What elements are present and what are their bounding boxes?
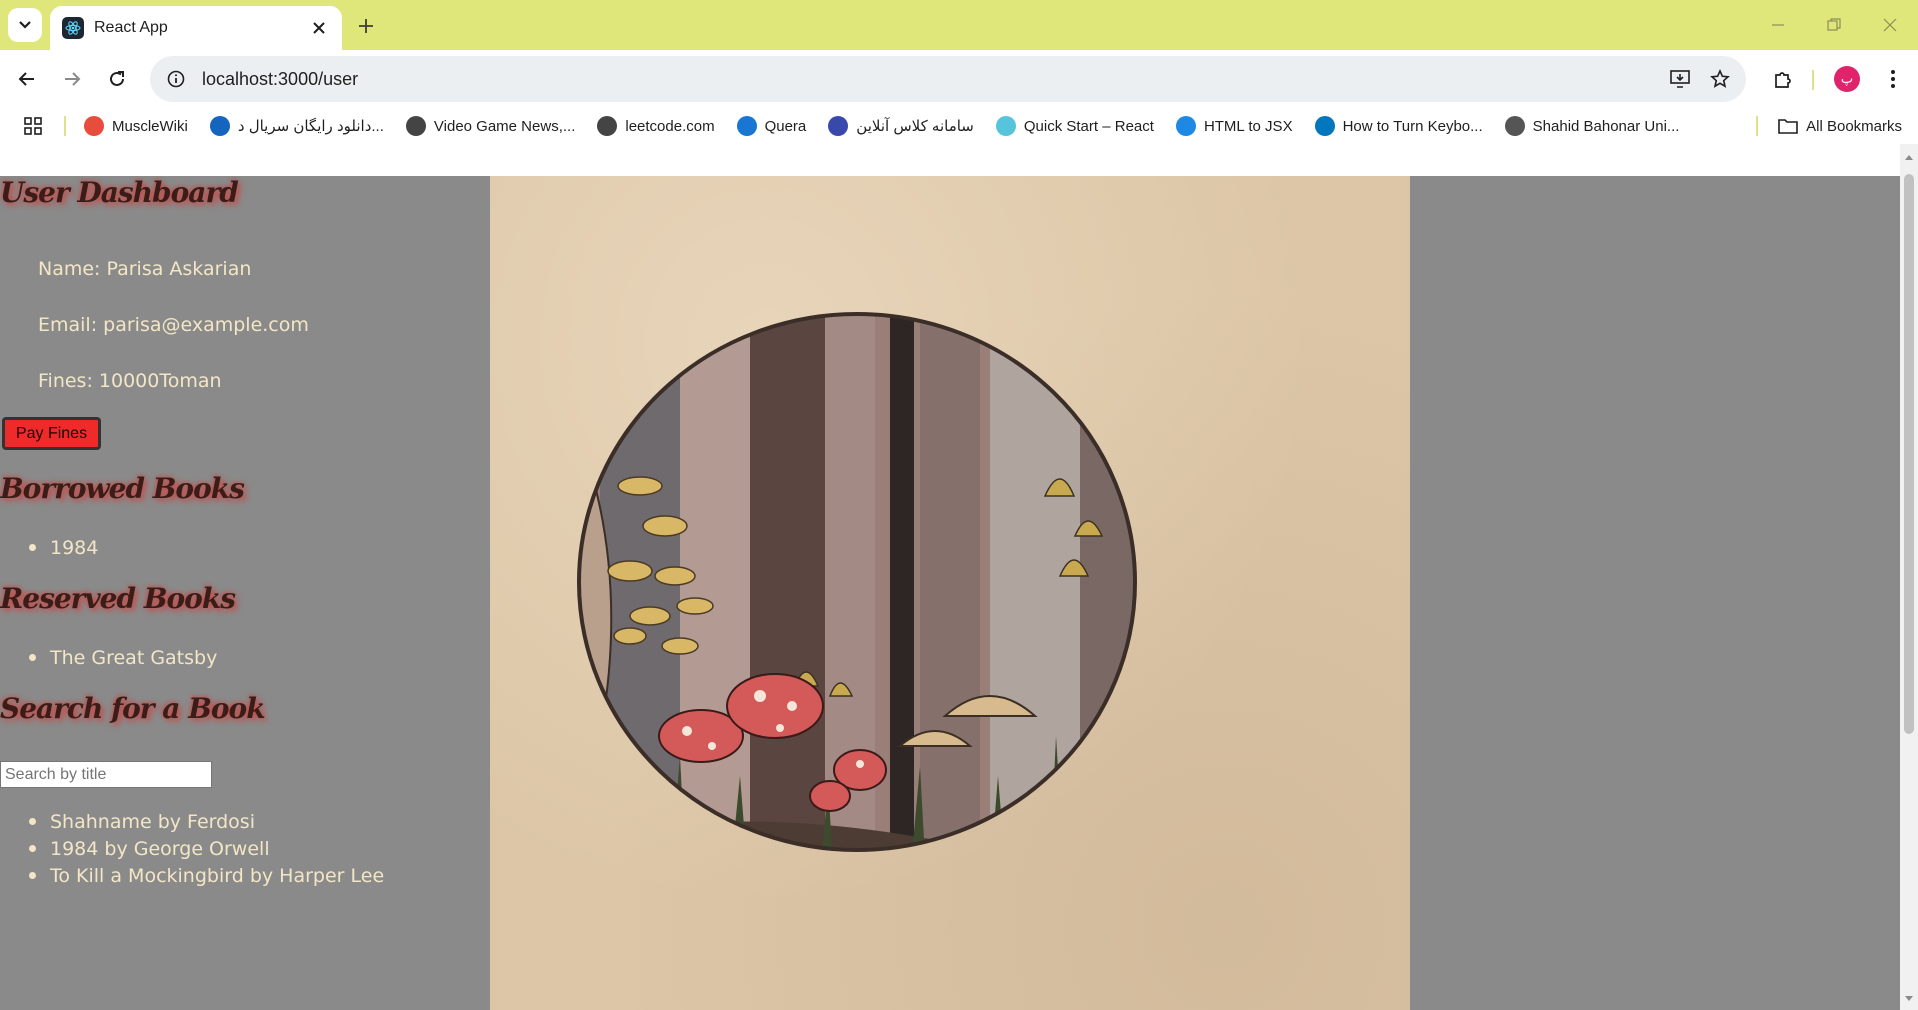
bookmark-item[interactable]: HTML to JSX	[1175, 116, 1293, 136]
profile-avatar[interactable]: پ	[1830, 62, 1864, 96]
mushroom-forest-illustration	[490, 176, 1410, 1010]
restore-icon[interactable]	[1814, 10, 1854, 40]
bullet-icon	[29, 544, 36, 551]
bookmark-item[interactable]: دانلود رایگان سریال د...	[209, 116, 384, 136]
search-result-item: Shahname by Ferdosi	[0, 808, 384, 835]
bookmark-item[interactable]: How to Turn Keybo...	[1314, 116, 1483, 136]
transform-icon	[1175, 116, 1196, 136]
page-title: User Dashboard	[0, 176, 239, 209]
bookmark-star-icon[interactable]	[1700, 59, 1740, 99]
book-title: 1984 by George Orwell	[50, 837, 270, 860]
bookmark-item[interactable]: leetcode.com	[597, 116, 715, 136]
folder-icon	[1778, 119, 1798, 134]
forward-arrow-icon[interactable]	[55, 62, 89, 96]
close-window-icon[interactable]	[1870, 10, 1910, 40]
browser-toolbar: localhost:3000/user پ	[0, 50, 1918, 108]
new-tab-plus-icon[interactable]	[352, 12, 380, 40]
bullet-icon	[29, 654, 36, 661]
reserved-book-item: The Great Gatsby	[0, 644, 217, 671]
tab-search-button[interactable]	[8, 8, 42, 42]
close-tab-icon[interactable]	[308, 17, 330, 39]
reserved-books-list: The Great Gatsby	[0, 644, 217, 671]
search-results-list: Shahname by Ferdosi 1984 by George Orwell…	[0, 808, 384, 889]
scroll-up-arrow-icon[interactable]	[1904, 152, 1914, 162]
globe-icon	[405, 116, 426, 136]
profile-initial: پ	[1834, 66, 1860, 92]
all-bookmarks-button[interactable]: All Bookmarks	[1778, 108, 1902, 144]
bullet-icon	[29, 818, 36, 825]
borrowed-books-list: 1984	[0, 534, 98, 561]
page-viewport: User Dashboard Name: Parisa Askarian Ema…	[0, 176, 1900, 1010]
apps-grid-icon[interactable]	[20, 113, 46, 139]
url-text: localhost:3000/user	[202, 68, 359, 89]
bookmark-label: Shahid Bahonar Uni...	[1532, 117, 1680, 135]
pay-fines-button[interactable]: Pay Fines	[2, 417, 101, 450]
search-result-item: 1984 by George Orwell	[0, 835, 384, 862]
university-icon	[1504, 116, 1525, 136]
book-title: To Kill a Mockingbird by Harper Lee	[50, 864, 385, 887]
bookmark-item[interactable]: Quera	[736, 116, 807, 136]
react-icon	[995, 116, 1016, 136]
bookmark-item[interactable]: سامانه کلاس آنلاین	[828, 116, 974, 136]
browser-tab[interactable]: React App	[50, 6, 342, 50]
chevron-down-icon	[19, 21, 31, 29]
extensions-puzzle-icon[interactable]	[1766, 62, 1800, 96]
scroll-down-arrow-icon[interactable]	[1904, 994, 1914, 1004]
bookmarks-separator	[1756, 116, 1758, 136]
react-favicon-icon	[62, 17, 84, 39]
page-top-margin	[0, 144, 1900, 176]
install-app-icon[interactable]	[1660, 59, 1700, 99]
book-title: Shahname by Ferdosi	[50, 810, 255, 833]
scrollbar-thumb[interactable]	[1904, 174, 1914, 734]
toolbar-separator	[1812, 70, 1814, 90]
bookmark-label: سامانه کلاس آنلاین	[856, 118, 974, 135]
user-name: Name: Parisa Askarian	[38, 258, 252, 280]
bullet-icon	[29, 845, 36, 852]
bookmarks-separator	[64, 116, 66, 136]
browser-menu-icon[interactable]	[1876, 62, 1910, 96]
r-site-icon	[209, 116, 230, 136]
bookmark-item[interactable]: Quick Start – React	[995, 116, 1154, 136]
bookmark-list: MuscleWiki دانلود رایگان سریال د... Video …	[84, 116, 1701, 136]
bookmark-item[interactable]: MuscleWiki	[84, 116, 188, 136]
reload-icon[interactable]	[100, 62, 134, 96]
minimize-icon[interactable]	[1758, 10, 1798, 40]
quera-icon	[736, 116, 757, 136]
page-scrollbar[interactable]	[1900, 144, 1918, 1010]
hp-icon	[1314, 116, 1335, 136]
bookmark-label: Quick Start – React	[1023, 117, 1154, 135]
globe-icon	[597, 116, 618, 136]
user-email: Email: parisa@example.com	[38, 314, 309, 336]
musclewiki-icon	[84, 116, 104, 136]
books-icon	[828, 116, 849, 136]
bookmarks-bar: MuscleWiki دانلود رایگان سریال د... Video …	[0, 108, 1918, 144]
search-result-item: To Kill a Mockingbird by Harper Lee	[0, 862, 384, 889]
bullet-icon	[29, 872, 36, 879]
bookmark-label: leetcode.com	[625, 117, 715, 135]
search-input[interactable]	[0, 761, 212, 788]
borrowed-books-heading: Borrowed Books	[0, 472, 245, 505]
bookmark-item[interactable]: Shahid Bahonar Uni...	[1504, 116, 1680, 136]
address-bar[interactable]: localhost:3000/user	[150, 56, 1746, 102]
user-fines: Fines: 10000Toman	[38, 370, 222, 392]
book-title: 1984	[50, 536, 99, 559]
bookmark-label: دانلود رایگان سریال د...	[237, 118, 384, 135]
bookmark-label: MuscleWiki	[112, 117, 188, 135]
site-info-icon[interactable]	[154, 57, 198, 101]
bookmark-label: HTML to JSX	[1203, 117, 1293, 135]
bookmark-item[interactable]: Video Game News,...	[405, 116, 576, 136]
bookmark-label: Video Game News,...	[433, 117, 576, 135]
tab-strip: React App	[0, 0, 1918, 50]
bookmark-label: Quera	[764, 117, 807, 135]
book-title: The Great Gatsby	[50, 646, 218, 669]
back-arrow-icon[interactable]	[10, 62, 44, 96]
illustration-artwork	[577, 312, 1137, 852]
bookmark-label: How to Turn Keybo...	[1342, 117, 1483, 135]
borrowed-book-item: 1984	[0, 534, 98, 561]
all-bookmarks-label: All Bookmarks	[1806, 117, 1902, 135]
tab-title: React App	[94, 19, 168, 36]
search-heading: Search for a Book	[0, 692, 266, 725]
reserved-books-heading: Reserved Books	[0, 582, 236, 615]
